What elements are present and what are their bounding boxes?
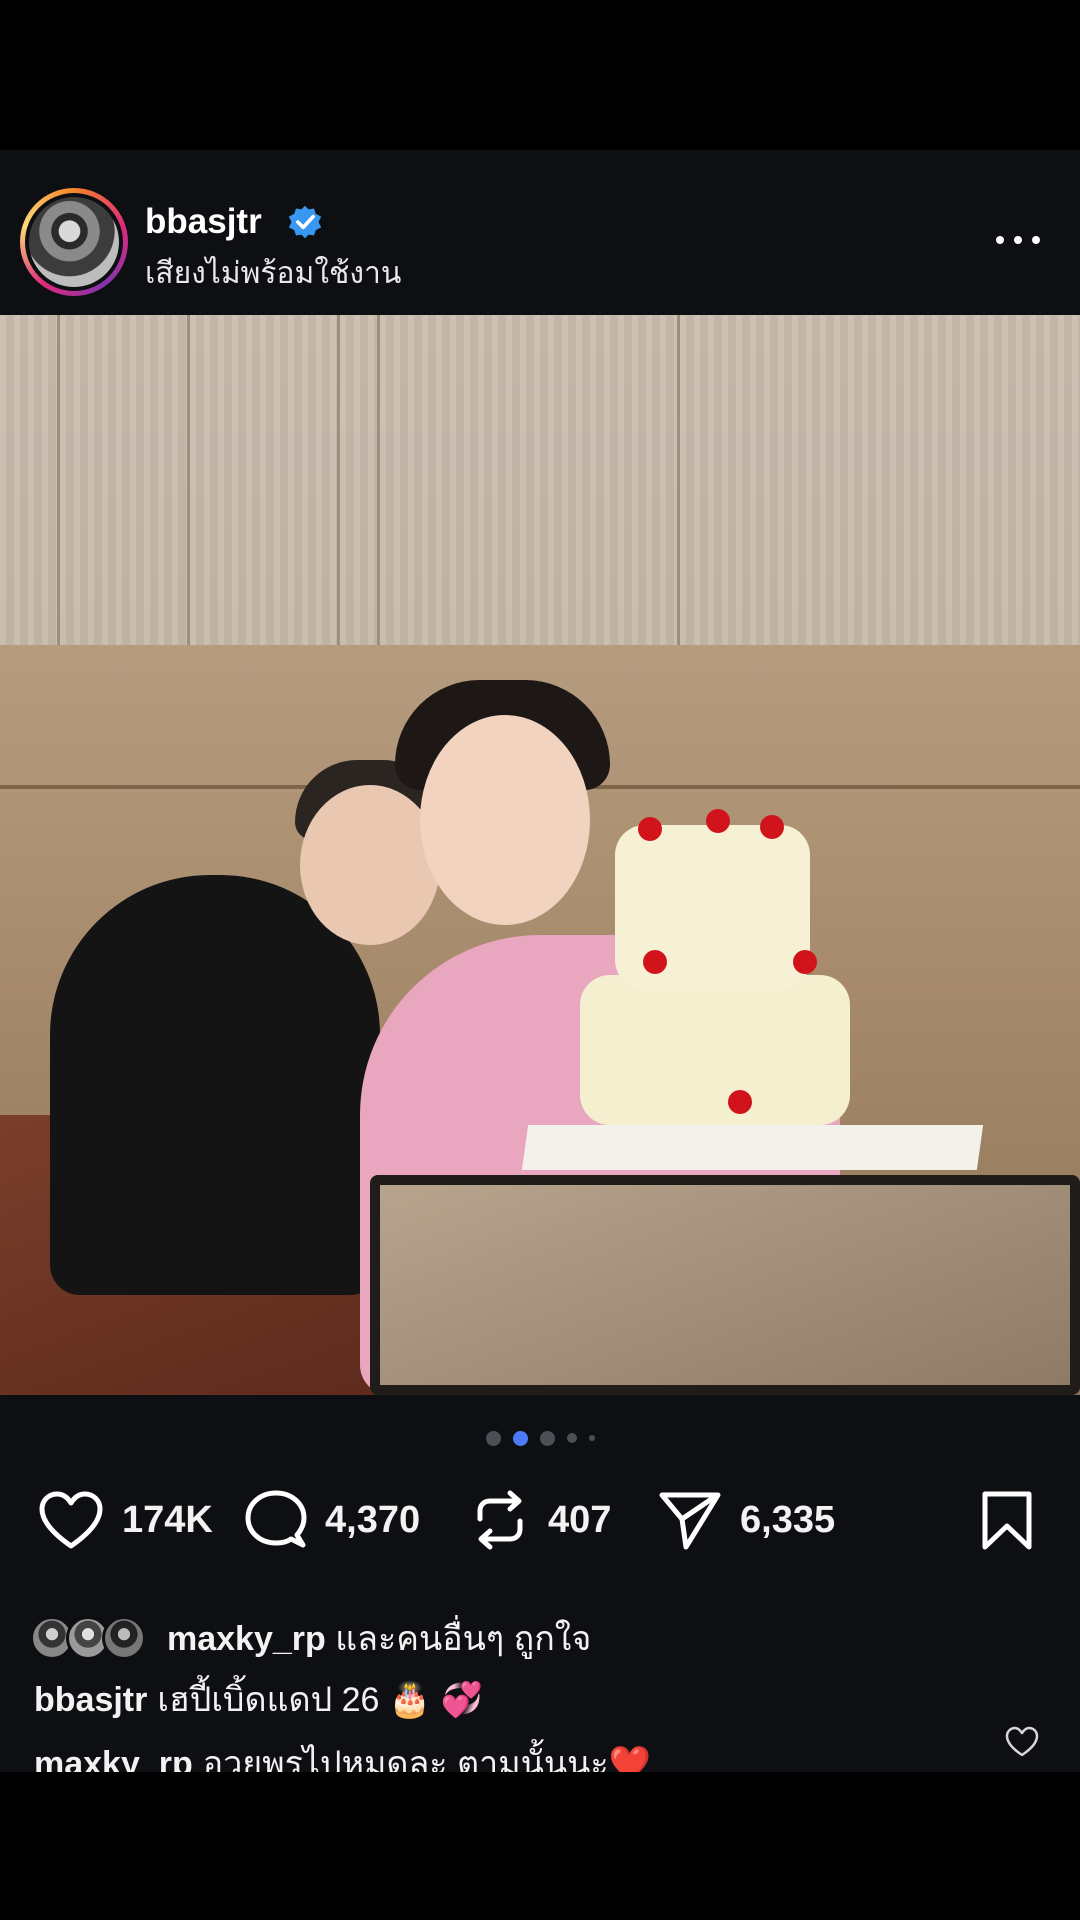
- comment-button[interactable]: 4,370: [245, 1480, 420, 1560]
- carousel-dot: [485, 1430, 501, 1446]
- bottom-bar-area: [0, 1772, 1080, 1920]
- liked-by-text: maxky_rp และคนอื่นๆ ถูกใจ: [167, 1611, 591, 1665]
- like-button[interactable]: 174K: [38, 1480, 213, 1560]
- status-bar-area: [0, 0, 1080, 150]
- post-caption: bbasjtr เฮปี้เบิ้ดแดป 26 🎂 💞: [34, 1672, 483, 1726]
- comment-heart-icon[interactable]: [1005, 1726, 1039, 1758]
- avatar: [102, 1616, 146, 1660]
- liker-avatars: [30, 1616, 155, 1660]
- carousel-indicator: [0, 1428, 1080, 1448]
- heart-icon: [39, 1491, 103, 1549]
- post-media[interactable]: [0, 315, 1080, 1395]
- carousel-dot: [588, 1435, 595, 1441]
- caption-username[interactable]: bbasjtr: [34, 1681, 147, 1719]
- action-bar: 174K 4,370 407 6,335: [0, 1480, 1080, 1560]
- liker-username[interactable]: maxky_rp: [167, 1620, 326, 1658]
- more-options-button[interactable]: [990, 220, 1046, 260]
- carousel-dot: [539, 1430, 555, 1446]
- share-count: 6,335: [740, 1498, 836, 1541]
- comment-count: 4,370: [325, 1498, 421, 1541]
- repost-count: 407: [548, 1498, 612, 1541]
- person-left: [50, 875, 380, 1295]
- bookmark-icon[interactable]: [980, 1490, 1034, 1552]
- repost-button[interactable]: 407: [470, 1480, 611, 1560]
- liked-by-suffix: และคนอื่นๆ ถูกใจ: [335, 1620, 592, 1658]
- liked-by-row[interactable]: maxky_rp และคนอื่นๆ ถูกใจ: [30, 1608, 591, 1668]
- cake: [580, 975, 850, 1125]
- audio-status-label: เสียงไม่พร้อมใช้งาน: [145, 257, 402, 290]
- carousel-dot-active: [512, 1430, 528, 1446]
- cake-tray: [521, 1125, 984, 1170]
- avatar: [29, 197, 119, 287]
- post-header: bbasjtr เสียงไม่พร้อมใช้งาน: [0, 150, 1080, 315]
- author-username[interactable]: bbasjtr: [145, 202, 262, 242]
- verified-badge-icon: [288, 205, 322, 239]
- avatar-story-ring[interactable]: [20, 188, 128, 296]
- repost-icon: [477, 1490, 523, 1550]
- share-icon: [659, 1492, 721, 1550]
- like-count: 174K: [122, 1498, 213, 1541]
- share-button[interactable]: 6,335: [658, 1480, 835, 1560]
- more-icon: [996, 236, 1004, 244]
- post-card: bbasjtr เสียงไม่พร้อมใช้งาน 174K 4,370 4…: [0, 150, 1080, 1783]
- comment-icon: [245, 1490, 307, 1548]
- caption-text: เฮปี้เบิ้ดแดป 26 🎂 💞: [157, 1681, 483, 1719]
- trunk: [370, 1175, 1080, 1395]
- carousel-dot: [566, 1433, 577, 1443]
